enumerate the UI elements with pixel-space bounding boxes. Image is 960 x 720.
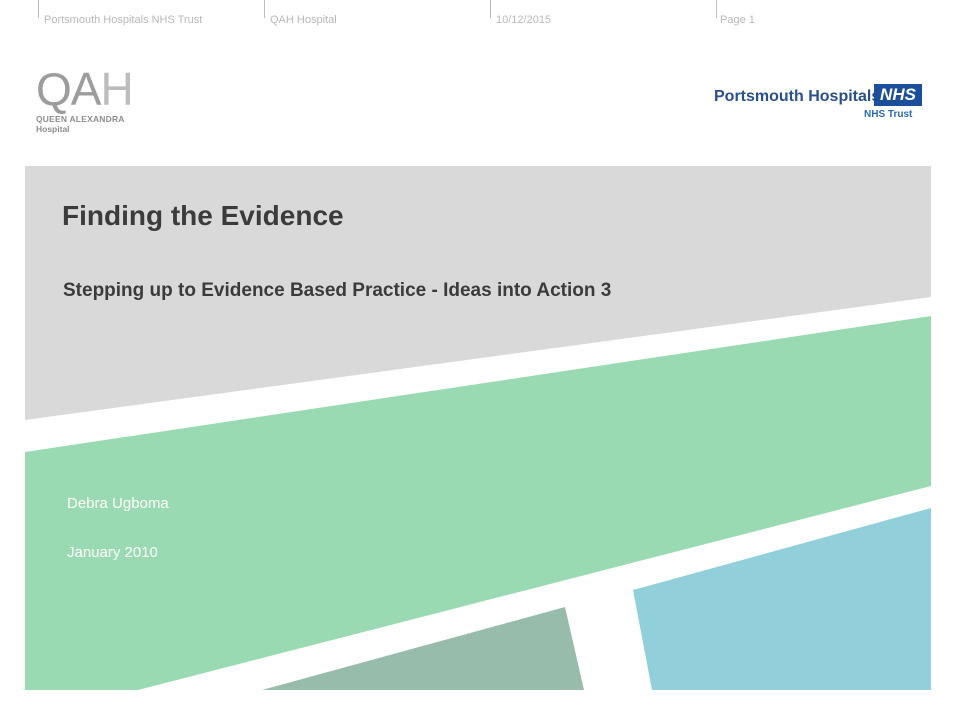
slide-title: Finding the Evidence bbox=[62, 200, 344, 231]
author-name: Debra Ugboma bbox=[67, 495, 169, 512]
presentation-date: January 2010 bbox=[67, 544, 158, 561]
slide-subtitle: Stepping up to Evidence Based Practice -… bbox=[63, 280, 612, 301]
slide-background-art bbox=[25, 166, 931, 690]
